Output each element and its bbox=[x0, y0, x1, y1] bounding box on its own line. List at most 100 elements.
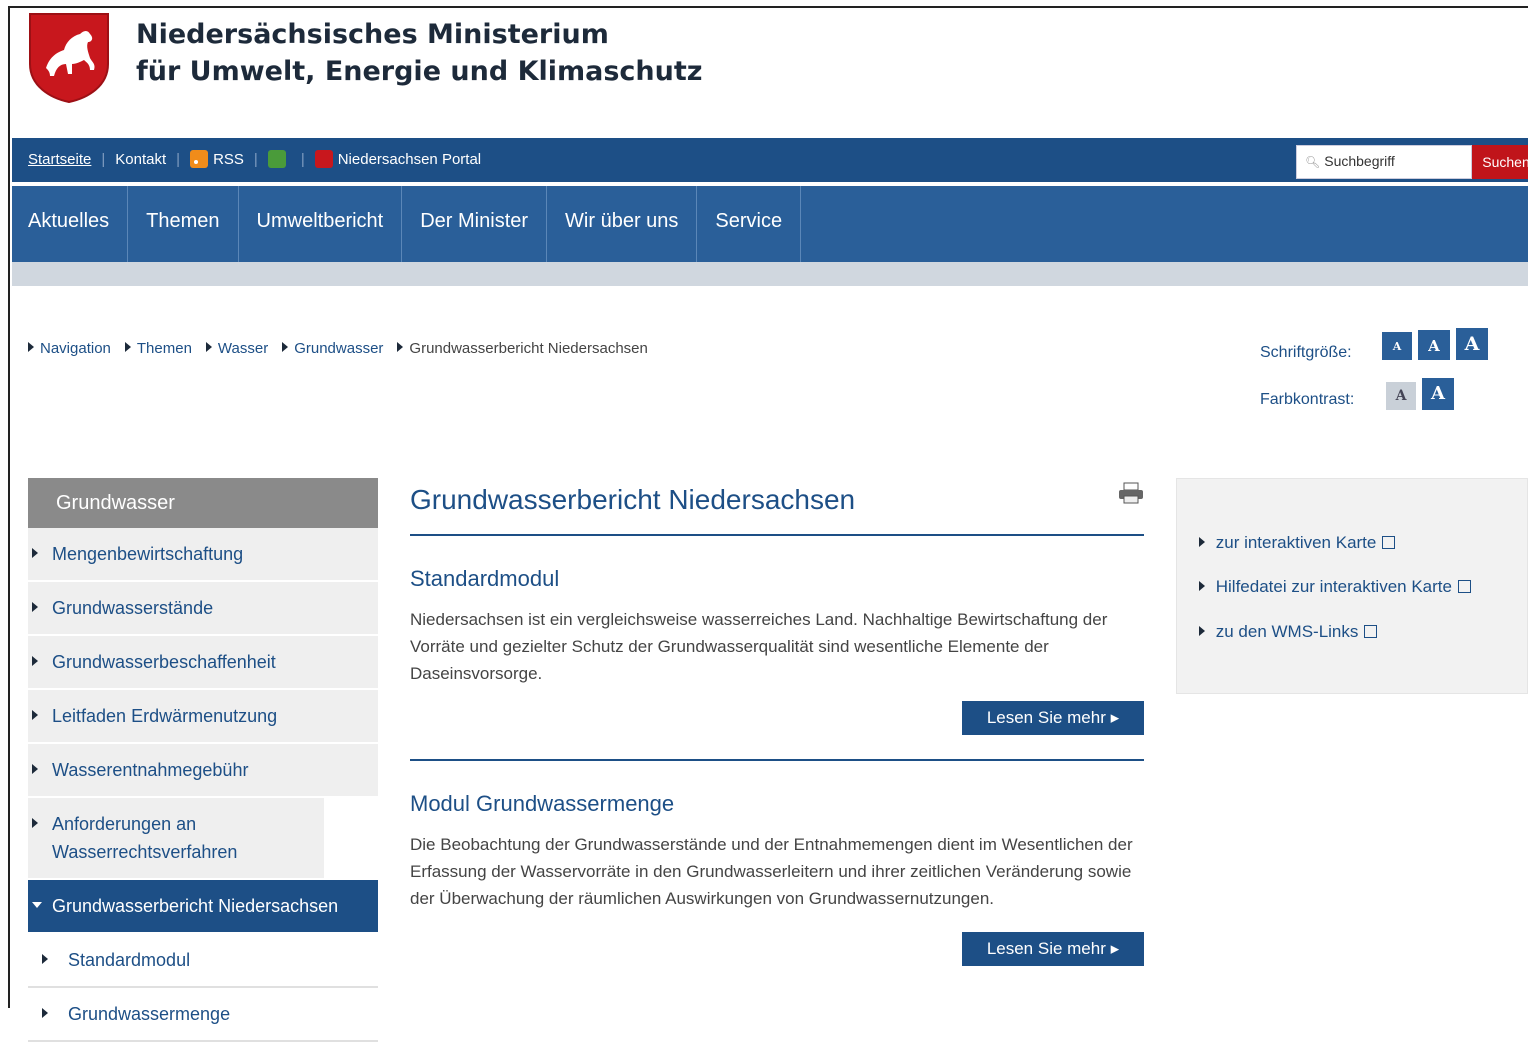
niedersachsen-horse-logo[interactable] bbox=[28, 12, 110, 104]
arrow-right-icon bbox=[282, 342, 289, 352]
sidebar-item-label: Standardmodul bbox=[68, 950, 191, 970]
link-map-help[interactable]: Hilfedatei zur interaktiven Karte bbox=[1199, 577, 1471, 597]
sidebar-item-label: Mengenbewirtschaftung bbox=[52, 544, 244, 564]
sidebar-item-label: Grundwasserbeschaffenheit bbox=[52, 652, 276, 672]
search-button[interactable]: Suchen bbox=[1472, 145, 1528, 179]
breadcrumb-grundwasser[interactable]: Grundwasser bbox=[294, 340, 383, 357]
rss-link[interactable]: RSS bbox=[213, 151, 244, 168]
arrow-right-icon bbox=[32, 764, 38, 774]
contrast-label: Farbkontrast: bbox=[1260, 391, 1355, 408]
read-more-label: Lesen Sie mehr bbox=[986, 939, 1106, 958]
section-text-grundwassermenge: Die Beobachtung der Grundwasserstände un… bbox=[410, 835, 1133, 908]
sidebar-item-leitfaden[interactable]: Leitfaden Erdwärmenutzung bbox=[28, 690, 378, 744]
niedersachsen-icon[interactable] bbox=[314, 150, 333, 168]
section-heading-standardmodul: Standardmodul bbox=[410, 566, 560, 591]
arrow-right-icon bbox=[397, 342, 404, 352]
font-size-small-button[interactable]: A bbox=[1382, 332, 1412, 360]
external-link-icon bbox=[1457, 580, 1471, 593]
arrow-right-icon bbox=[42, 954, 48, 964]
font-size-medium-button[interactable]: A bbox=[1418, 330, 1450, 360]
read-more-button-grundwassermenge[interactable]: Lesen Sie mehr ▸ bbox=[962, 932, 1144, 966]
sidebar-subitem-grundwassermenge[interactable]: Grundwassermenge bbox=[28, 988, 378, 1042]
nav-item-service[interactable]: Service bbox=[697, 186, 802, 262]
arrow-right-icon bbox=[32, 548, 38, 558]
nav-item-wir-ueber-uns[interactable]: Wir über uns bbox=[547, 186, 698, 262]
contrast-high-button[interactable]: A bbox=[1422, 378, 1454, 410]
sidebar-item-mengenbewirtschaftung[interactable]: Mengenbewirtschaftung bbox=[28, 528, 378, 582]
arrow-right-icon bbox=[42, 1008, 48, 1018]
link-label: zu den WMS-Links bbox=[1215, 622, 1359, 641]
nav-item-themen[interactable]: Themen bbox=[128, 186, 239, 262]
internal-link-icon bbox=[1364, 625, 1378, 638]
breadcrumb-themen[interactable]: Themen bbox=[137, 340, 192, 357]
arrow-right-icon bbox=[32, 602, 38, 612]
nav-item-der-minister[interactable]: Der Minister bbox=[402, 186, 548, 262]
sidebar-item-label: Grundwasserstände bbox=[52, 598, 214, 618]
search-icon: 🔍︎ bbox=[1305, 155, 1321, 169]
search-input[interactable]: 🔍︎ Suchbegriff bbox=[1296, 145, 1472, 179]
arrow-right-icon: ▸ bbox=[1110, 708, 1120, 727]
page-title: Grundwasserbericht Niedersachsen bbox=[410, 484, 1144, 536]
arrow-right-icon bbox=[205, 342, 212, 352]
arrow-right-icon bbox=[1199, 626, 1205, 636]
separator: | bbox=[176, 150, 181, 168]
arrow-right-icon bbox=[1199, 537, 1205, 547]
sidebar-item-wasserentnahmegebuehr[interactable]: Wasserentnahmegebühr bbox=[28, 744, 378, 798]
arrow-right-icon bbox=[1199, 581, 1205, 591]
breadcrumb-navigation[interactable]: Navigation bbox=[40, 340, 111, 357]
arrow-right-icon bbox=[32, 818, 38, 828]
home-link[interactable]: Startseite bbox=[28, 151, 91, 168]
breadcrumb: Navigation Themen Wasser Grundwasser Gru… bbox=[28, 340, 662, 357]
link-interactive-map[interactable]: zur interaktiven Karte bbox=[1199, 533, 1396, 553]
contact-link[interactable]: Kontakt bbox=[115, 151, 166, 168]
sidebar-subitem-standardmodul[interactable]: Standardmodul bbox=[28, 934, 378, 988]
arrow-right-icon: ▸ bbox=[1110, 939, 1120, 958]
sidebar-item-label: Anforderungen an Wasserrechtsverfahren bbox=[52, 814, 238, 862]
read-more-button-standardmodul[interactable]: Lesen Sie mehr ▸ bbox=[962, 701, 1144, 735]
search-placeholder: Suchbegriff bbox=[1324, 153, 1395, 169]
font-size-label: Schriftgröße: bbox=[1260, 344, 1352, 361]
arrow-down-icon bbox=[32, 902, 42, 908]
sidebar-navigation: Grundwasser Mengenbewirtschaftung Grundw… bbox=[28, 478, 378, 1042]
separator: | bbox=[253, 150, 258, 168]
breadcrumb-wasser[interactable]: Wasser bbox=[218, 340, 268, 357]
sidebar-item-label: Leitfaden Erdwärmenutzung bbox=[52, 706, 278, 726]
arrow-right-icon bbox=[28, 342, 34, 352]
section-heading-grundwassermenge: Modul Grundwassermenge bbox=[410, 791, 675, 816]
refresh-icon[interactable] bbox=[267, 150, 286, 168]
sidebar-item-grundwasserbeschaffenheit[interactable]: Grundwasserbeschaffenheit bbox=[28, 636, 378, 690]
sidebar-item-anforderungen[interactable]: Anforderungen an Wasserrechtsverfahren bbox=[28, 798, 324, 880]
separator: | bbox=[101, 150, 106, 168]
sidebar-item-label: Grundwasserbericht Niedersachsen bbox=[52, 896, 339, 916]
link-wms[interactable]: zu den WMS-Links bbox=[1199, 622, 1378, 642]
arrow-right-icon bbox=[32, 656, 38, 666]
rss-icon[interactable] bbox=[190, 150, 209, 168]
section-text-standardmodul: Niedersachsen ist ein vergleichsweise wa… bbox=[410, 610, 1108, 683]
breadcrumb-current: Grundwasserbericht Niedersachsen bbox=[409, 340, 648, 357]
link-label: Hilfedatei zur interaktiven Karte bbox=[1215, 577, 1452, 596]
read-more-label: Lesen Sie mehr bbox=[986, 708, 1106, 727]
arrow-right-icon bbox=[124, 342, 131, 352]
nav-item-aktuelles[interactable]: Aktuelles bbox=[12, 186, 129, 262]
ministry-title: Niedersächsisches Ministerium für Umwelt… bbox=[136, 16, 703, 90]
sidebar-item-grundwasserstaende[interactable]: Grundwasserstände bbox=[28, 582, 378, 636]
service-bar: Startseite | Kontakt | RSS | | Niedersac… bbox=[12, 138, 1528, 182]
ministry-title-line1: Niedersächsisches Ministerium bbox=[136, 19, 609, 50]
sidebar-item-grundwasserbericht[interactable]: Grundwasserbericht Niedersachsen bbox=[28, 880, 378, 934]
sidebar-item-label: Grundwassermenge bbox=[68, 1004, 231, 1024]
ministry-title-line2: für Umwelt, Energie und Klimaschutz bbox=[136, 56, 703, 87]
section-divider bbox=[410, 759, 1144, 761]
main-navigation: Aktuelles Themen Umweltbericht Der Minis… bbox=[12, 186, 1528, 262]
link-label: zur interaktiven Karte bbox=[1215, 533, 1377, 552]
sidebar-title[interactable]: Grundwasser bbox=[28, 478, 378, 528]
portal-link[interactable]: Niedersachsen Portal bbox=[338, 151, 481, 168]
separator: | bbox=[300, 150, 305, 168]
related-links-box: zur interaktiven Karte Hilfedatei zur in… bbox=[1176, 478, 1528, 694]
nav-item-umweltbericht[interactable]: Umweltbericht bbox=[239, 186, 403, 262]
arrow-right-icon bbox=[32, 710, 38, 720]
nav-shadow-bar bbox=[12, 262, 1528, 286]
contrast-normal-button[interactable]: A bbox=[1386, 382, 1416, 410]
font-size-large-button[interactable]: A bbox=[1456, 328, 1488, 360]
external-link-icon bbox=[1382, 536, 1396, 549]
sidebar-item-label: Wasserentnahmegebühr bbox=[52, 760, 249, 780]
